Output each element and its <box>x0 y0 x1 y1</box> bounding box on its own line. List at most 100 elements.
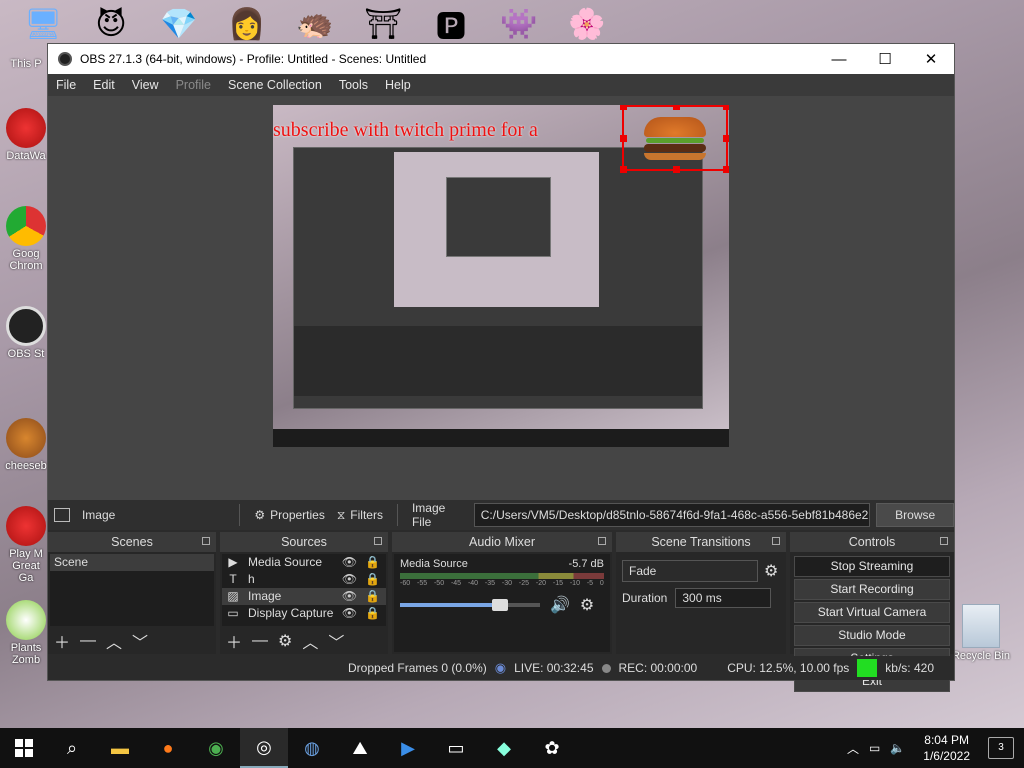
desktop-icon-chrome[interactable]: Goog Chrom <box>4 206 48 272</box>
desktop-game-icon[interactable]: 😈 <box>88 4 134 44</box>
close-button[interactable]: ✕ <box>908 44 954 74</box>
network-icon[interactable]: ▭ <box>869 741 880 755</box>
volume-muted-icon[interactable]: 🔈 <box>890 741 905 755</box>
desktop-pc-icon[interactable]: 🖥 <box>20 4 66 44</box>
undock-icon[interactable] <box>772 537 780 545</box>
undock-icon[interactable] <box>940 537 948 545</box>
lock-icon[interactable]: 🔒 <box>365 588 380 605</box>
notification-center-icon[interactable]: 3 <box>988 737 1014 759</box>
duration-spinbox[interactable]: 300 ms <box>675 588 772 608</box>
desktop-p-icon[interactable]: 🅿 <box>428 4 474 44</box>
source-item-media[interactable]: ▶ Media Source 👁 🔒 <box>222 554 386 571</box>
source-item-image[interactable]: ▨ Image 👁 🔒 <box>222 588 386 605</box>
lock-icon[interactable]: 🔒 <box>365 605 380 622</box>
mixer-gear-icon[interactable]: ⚙ <box>580 595 594 615</box>
move-up-icon[interactable]: ︿ <box>106 629 122 653</box>
desktop-icon-obs[interactable]: OBS St <box>4 306 48 360</box>
preview-canvas[interactable]: subscribe with twitch prime for a <box>273 105 729 447</box>
photos-icon[interactable]: ⛰ <box>336 728 384 768</box>
transition-select[interactable]: Fade <box>622 560 758 582</box>
volume-slider[interactable] <box>400 599 540 611</box>
dock-area: Scenes Scene ＋ — ︿ ﹀ Sources ▶ Media Sour… <box>48 532 954 692</box>
search-icon[interactable]: ⌕ <box>48 728 96 768</box>
desktop-sonic-icon[interactable]: 🦔 <box>292 4 338 44</box>
menu-help[interactable]: Help <box>377 78 420 92</box>
source-properties-gear-icon[interactable]: ⚙ <box>278 631 292 651</box>
move-down-icon[interactable]: ﹀ <box>328 629 344 653</box>
media-player-icon[interactable]: ▶ <box>384 728 432 768</box>
source-item-display[interactable]: ▭ Display Capture 👁 🔒 <box>222 605 386 622</box>
resize-handle[interactable] <box>673 166 680 173</box>
desktop-app-icon[interactable]: 💎 <box>156 4 202 44</box>
app-icon[interactable]: ◆ <box>480 728 528 768</box>
start-recording-button[interactable]: Start Recording <box>794 579 950 600</box>
eye-icon[interactable]: 👁 <box>342 571 357 588</box>
move-up-icon[interactable]: ︿ <box>302 629 318 653</box>
undock-icon[interactable] <box>598 537 606 545</box>
desktop-icon-this-pc[interactable]: This P <box>4 58 48 70</box>
add-source-icon[interactable]: ＋ <box>226 629 242 653</box>
resize-handle[interactable] <box>620 105 627 110</box>
chrome-icon[interactable]: ◉ <box>192 728 240 768</box>
selected-image-bounds[interactable] <box>620 105 729 173</box>
undock-icon[interactable] <box>202 537 210 545</box>
desktop-icon-cheeseburger[interactable]: cheeseb <box>4 418 48 472</box>
menu-edit[interactable]: Edit <box>85 78 124 92</box>
lock-icon[interactable]: 🔒 <box>365 554 380 571</box>
menu-view[interactable]: View <box>124 78 168 92</box>
desktop-pixel-icon[interactable]: 👾 <box>496 4 542 44</box>
undock-icon[interactable] <box>374 537 382 545</box>
desktop-icon-plants[interactable]: Plants Zomb <box>4 600 48 666</box>
resize-handle[interactable] <box>723 135 729 142</box>
eye-icon[interactable]: 👁 <box>342 588 357 605</box>
terminal-icon[interactable]: ▭ <box>432 728 480 768</box>
resize-handle[interactable] <box>620 166 627 173</box>
desktop-icon-play[interactable]: Play M Great Ga <box>4 506 48 584</box>
stop-streaming-button[interactable]: Stop Streaming <box>794 556 950 577</box>
obs-taskbar-icon[interactable]: ◎ <box>240 728 288 768</box>
desktop-icon-datawa[interactable]: DataWa <box>4 108 48 162</box>
properties-button[interactable]: ⚙ Properties <box>248 508 330 522</box>
remove-scene-icon[interactable]: — <box>80 632 96 650</box>
menu-tools[interactable]: Tools <box>331 78 377 92</box>
remove-source-icon[interactable]: — <box>252 632 268 650</box>
desktop-shrine-icon[interactable]: ⛩ <box>360 4 406 44</box>
clock[interactable]: 8:04 PM 1/6/2022 <box>923 732 970 764</box>
plants-vs-zombies-icon[interactable]: ✿ <box>528 728 576 768</box>
duration-label: Duration <box>622 591 668 605</box>
firefox-icon[interactable]: ● <box>144 728 192 768</box>
filters-button[interactable]: ⧖ Filters <box>331 508 389 523</box>
transition-gear-icon[interactable]: ⚙ <box>764 561 778 581</box>
menu-scene-collection[interactable]: Scene Collection <box>220 78 331 92</box>
start-virtual-camera-button[interactable]: Start Virtual Camera <box>794 602 950 623</box>
volume-slider-knob[interactable] <box>491 599 508 611</box>
desktop-character-icon[interactable]: 👩 <box>224 4 270 44</box>
maximize-button[interactable]: ☐ <box>862 44 908 74</box>
lock-icon[interactable]: 🔒 <box>365 571 380 588</box>
studio-mode-button[interactable]: Studio Mode <box>794 625 950 646</box>
eye-icon[interactable]: 👁 <box>342 554 357 571</box>
source-item-text[interactable]: Th 👁 🔒 <box>222 571 386 588</box>
add-scene-icon[interactable]: ＋ <box>54 629 70 653</box>
desktop-icon-recycle-bin[interactable]: Recycle Bin <box>945 604 1017 662</box>
minimize-button[interactable]: — <box>816 44 862 74</box>
sources-toolbar: ＋ — ⚙ ︿ ﹀ <box>220 628 388 654</box>
menu-file[interactable]: File <box>48 78 85 92</box>
qbittorrent-icon[interactable]: ◍ <box>288 728 336 768</box>
browse-button[interactable]: Browse <box>876 503 954 527</box>
file-explorer-icon[interactable]: ▬ <box>96 728 144 768</box>
desktop-flower-icon[interactable]: 🌸 <box>564 4 610 44</box>
move-down-icon[interactable]: ﹀ <box>132 629 148 653</box>
resize-handle[interactable] <box>723 105 729 110</box>
eye-icon[interactable]: 👁 <box>342 605 357 622</box>
resize-handle[interactable] <box>723 166 729 173</box>
chevron-up-icon[interactable]: ︿ <box>847 740 859 757</box>
speaker-icon[interactable]: 🔊 <box>550 595 570 615</box>
resize-handle[interactable] <box>673 105 680 110</box>
desktop-icon-label: Play M Great Ga <box>9 548 43 584</box>
windows-start-button[interactable] <box>0 728 48 768</box>
scene-item[interactable]: Scene <box>50 554 214 571</box>
resize-handle[interactable] <box>620 135 627 142</box>
menu-profile[interactable]: Profile <box>168 78 220 92</box>
image-file-path-field[interactable]: C:/Users/VM5/Desktop/d85tnlo-58674f6d-9f… <box>473 503 871 527</box>
